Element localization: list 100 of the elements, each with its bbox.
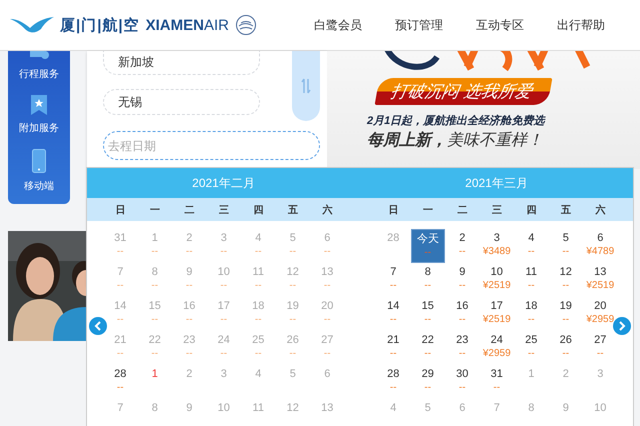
date-cell[interactable]: 5 bbox=[276, 365, 310, 399]
date-number: 12 bbox=[286, 265, 299, 279]
date-number: 4 bbox=[255, 367, 262, 381]
date-cell[interactable]: 6 ¥4789 bbox=[583, 229, 618, 263]
date-number: 15 bbox=[422, 299, 434, 313]
date-cell[interactable]: 13 -- bbox=[310, 263, 344, 297]
date-field[interactable]: 去程日期 bbox=[103, 131, 320, 160]
date-cell[interactable]: 2 -- bbox=[172, 229, 206, 263]
date-cell[interactable]: 25 -- bbox=[514, 331, 548, 365]
sidebar-item[interactable]: 行程服务 bbox=[19, 51, 59, 81]
date-cell[interactable]: 30 -- bbox=[445, 365, 480, 399]
city-field[interactable]: 无锡 bbox=[103, 89, 260, 115]
date-cell[interactable]: 6 bbox=[445, 399, 480, 426]
date-cell[interactable]: 27 -- bbox=[310, 331, 344, 365]
date-cell[interactable]: 6 -- bbox=[310, 229, 344, 263]
date-cell[interactable]: 28 -- bbox=[103, 365, 138, 399]
date-cell[interactable]: 7 bbox=[103, 399, 138, 426]
nav-link[interactable]: 互动专区 bbox=[476, 16, 524, 34]
date-cell[interactable]: 4 -- bbox=[514, 229, 548, 263]
date-cell[interactable]: 15 -- bbox=[410, 297, 445, 331]
fare-price: ¥2519 bbox=[482, 313, 511, 327]
date-cell[interactable]: 14 -- bbox=[376, 297, 410, 331]
date-cell[interactable]: 31 -- bbox=[480, 365, 514, 399]
date-cell[interactable]: 9 bbox=[548, 399, 583, 426]
date-cell[interactable]: 18 -- bbox=[514, 297, 548, 331]
date-cell[interactable]: 4 bbox=[376, 399, 410, 426]
date-cell[interactable]: 12 -- bbox=[276, 263, 310, 297]
fare-price: -- bbox=[390, 279, 397, 293]
date-cell[interactable]: 25 -- bbox=[241, 331, 276, 365]
date-cell[interactable]: 4 bbox=[241, 365, 276, 399]
date-cell[interactable]: 1 -- bbox=[138, 229, 172, 263]
date-cell[interactable]: 10 ¥2519 bbox=[480, 263, 514, 297]
date-cell[interactable]: 21 -- bbox=[376, 331, 410, 365]
weekday-label: 二 bbox=[456, 204, 468, 216]
date-cell[interactable]: 16 -- bbox=[172, 297, 206, 331]
date-cell[interactable]: 22 -- bbox=[138, 331, 172, 365]
date-cell[interactable]: 15 -- bbox=[138, 297, 172, 331]
sidebar-item[interactable]: 附加服务 bbox=[19, 95, 59, 135]
date-cell[interactable]: 10 -- bbox=[206, 263, 241, 297]
date-cell[interactable]: 21 -- bbox=[103, 331, 138, 365]
date-cell[interactable]: 7 -- bbox=[103, 263, 138, 297]
date-cell[interactable]: 18 -- bbox=[241, 297, 276, 331]
date-cell[interactable]: 3 bbox=[206, 365, 241, 399]
date-cell[interactable]: 26 -- bbox=[548, 331, 583, 365]
today-cell[interactable]: 今天 -- bbox=[410, 229, 445, 263]
date-cell[interactable]: 3 -- bbox=[206, 229, 241, 263]
date-cell[interactable]: 20 ¥2959 bbox=[583, 297, 618, 331]
date-cell[interactable]: 11 -- bbox=[241, 263, 276, 297]
date-cell[interactable]: 9 bbox=[172, 399, 206, 426]
date-cell[interactable]: 3 bbox=[583, 365, 618, 399]
date-cell[interactable]: 17 -- bbox=[206, 297, 241, 331]
date-cell[interactable]: 10 bbox=[583, 399, 618, 426]
date-cell[interactable]: 1 bbox=[138, 365, 172, 399]
date-cell[interactable]: 8 -- bbox=[410, 263, 445, 297]
date-cell[interactable]: 10 bbox=[206, 399, 241, 426]
date-cell[interactable]: 20 -- bbox=[310, 297, 344, 331]
date-cell[interactable]: 28 bbox=[376, 229, 410, 263]
date-cell[interactable]: 19 -- bbox=[548, 297, 583, 331]
date-cell[interactable]: 2 bbox=[172, 365, 206, 399]
date-cell[interactable]: 1 bbox=[514, 365, 548, 399]
date-cell[interactable]: 11 -- bbox=[514, 263, 548, 297]
date-cell[interactable]: 29 -- bbox=[410, 365, 445, 399]
date-cell[interactable]: 28 -- bbox=[376, 365, 410, 399]
city-field[interactable]: 新加坡 bbox=[103, 51, 260, 75]
date-cell[interactable]: 24 ¥2959 bbox=[480, 331, 514, 365]
nav-link[interactable]: 出行帮助 bbox=[557, 16, 605, 34]
date-cell[interactable]: 14 -- bbox=[103, 297, 138, 331]
date-cell[interactable]: 4 -- bbox=[241, 229, 276, 263]
date-cell[interactable]: 7 -- bbox=[376, 263, 410, 297]
date-cell[interactable]: 16 -- bbox=[445, 297, 480, 331]
date-cell[interactable]: 9 -- bbox=[445, 263, 480, 297]
date-cell[interactable]: 5 -- bbox=[276, 229, 310, 263]
date-cell[interactable]: 23 -- bbox=[172, 331, 206, 365]
date-cell[interactable]: 26 -- bbox=[276, 331, 310, 365]
date-cell[interactable]: 2 bbox=[548, 365, 583, 399]
date-cell[interactable]: 24 -- bbox=[206, 331, 241, 365]
nav-link[interactable]: 预订管理 bbox=[395, 16, 443, 34]
date-cell[interactable]: 22 -- bbox=[410, 331, 445, 365]
date-cell[interactable]: 6 bbox=[310, 365, 344, 399]
date-cell[interactable]: 12 -- bbox=[548, 263, 583, 297]
date-cell[interactable]: 11 bbox=[241, 399, 276, 426]
date-cell[interactable]: 13 bbox=[310, 399, 344, 426]
date-cell[interactable]: 27 -- bbox=[583, 331, 618, 365]
date-cell[interactable]: 2 -- bbox=[445, 229, 480, 263]
date-cell[interactable]: 7 bbox=[480, 399, 514, 426]
date-cell[interactable]: 19 -- bbox=[276, 297, 310, 331]
date-cell[interactable]: 9 -- bbox=[172, 263, 206, 297]
date-cell[interactable]: 8 -- bbox=[138, 263, 172, 297]
date-cell[interactable]: 12 bbox=[276, 399, 310, 426]
date-cell[interactable]: 23 -- bbox=[445, 331, 480, 365]
nav-link[interactable]: 白鹭会员 bbox=[314, 16, 362, 34]
date-cell[interactable]: 13 ¥2519 bbox=[583, 263, 618, 297]
date-cell[interactable]: 3 ¥3489 bbox=[480, 229, 514, 263]
date-cell[interactable]: 5 bbox=[410, 399, 445, 426]
date-cell[interactable]: 8 bbox=[138, 399, 172, 426]
sidebar-item[interactable]: 移动端 bbox=[24, 149, 54, 193]
date-cell[interactable]: 5 -- bbox=[548, 229, 583, 263]
date-cell[interactable]: 8 bbox=[514, 399, 548, 426]
date-cell[interactable]: 31 -- bbox=[103, 229, 138, 263]
date-cell[interactable]: 17 ¥2519 bbox=[480, 297, 514, 331]
